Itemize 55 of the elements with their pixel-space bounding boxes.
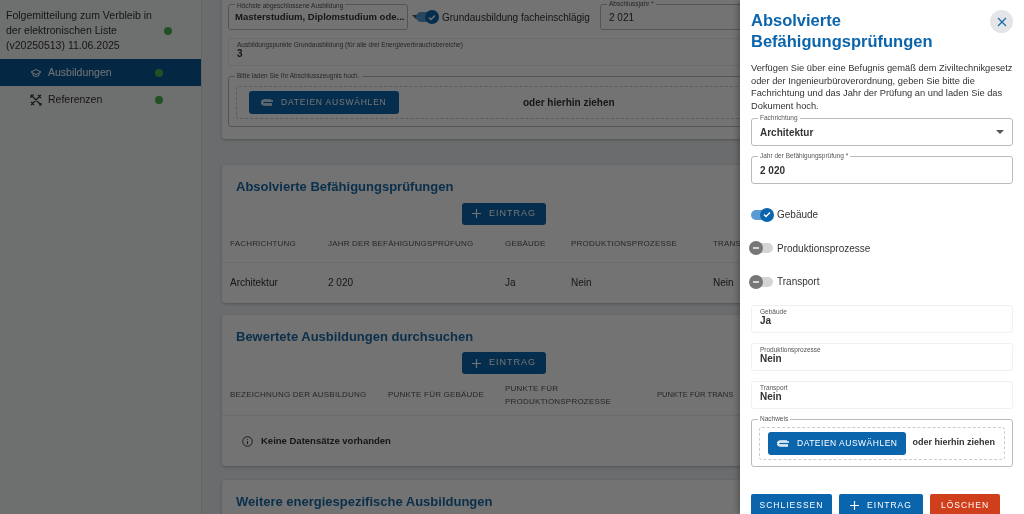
sidebar-item[interactable]: Referenzen bbox=[0, 86, 201, 113]
add-entry-button[interactable]: EINTRAG bbox=[839, 493, 923, 514]
minus-icon bbox=[752, 280, 760, 283]
toggle-switch[interactable] bbox=[416, 12, 438, 22]
close-button[interactable] bbox=[990, 10, 1013, 33]
tools-icon bbox=[30, 93, 42, 106]
add-entry-button[interactable]: EINTRAG bbox=[462, 202, 546, 225]
section-title: Absolvierte Befähigungsprüfungen bbox=[235, 178, 455, 196]
drop-zone[interactable]: DATEIEN AUSWÄHLEN oder hierhin ziehen bbox=[759, 426, 1005, 460]
check-icon bbox=[428, 13, 436, 21]
toggle-label: Gebäude bbox=[777, 208, 819, 223]
paperclip-icon bbox=[261, 99, 274, 106]
toggle-switch[interactable] bbox=[751, 276, 773, 287]
report-title: Folgemitteilung zum Verbleib in der elektronischen Liste (v20250513) 11.06.2025 bbox=[6, 8, 153, 53]
section-title: Bewertete Ausbildungen durchsuchen bbox=[235, 327, 475, 346]
toggle-switch[interactable] bbox=[751, 209, 773, 220]
section-title: Weitere energiespezifische Ausbildungen bbox=[235, 493, 494, 511]
plus-icon bbox=[472, 209, 481, 218]
delete-button[interactable]: LÖSCHEN bbox=[930, 493, 1000, 514]
close-icon bbox=[996, 16, 1007, 27]
paperclip-icon bbox=[777, 439, 790, 447]
select-files-button[interactable]: DATEIEN AUSWÄHLEN bbox=[768, 431, 907, 455]
toggle-label: Transport bbox=[777, 275, 820, 290]
table-cell-text: Architektur bbox=[230, 276, 279, 290]
column-header: JAHR DER BEFÄHIGUNGSPRÜFUNG bbox=[328, 237, 475, 250]
caret-icon bbox=[996, 130, 1004, 134]
drop-hint: oder hierhin ziehen bbox=[912, 436, 995, 450]
info-icon bbox=[242, 435, 253, 447]
add-entry-button[interactable]: EINTRAG bbox=[462, 352, 546, 374]
drop-hint: oder hierhin ziehen bbox=[522, 96, 616, 110]
table-cell-text: 2 020 bbox=[328, 276, 355, 290]
close-dialog-button[interactable]: SCHLIESSEN bbox=[751, 493, 832, 514]
column-header: PUNKTE FÜR GEBÄUDE bbox=[388, 389, 486, 401]
drawer-title: Absolvierte Befähigungsprüfungen bbox=[751, 10, 934, 52]
column-header: TRANS bbox=[713, 237, 740, 250]
column-header: GEBÄUDE bbox=[505, 237, 547, 250]
column-header: BEZEICHNUNG DER AUSBILDUNG bbox=[230, 389, 368, 401]
minus-icon bbox=[752, 247, 760, 250]
select-files-button[interactable]: DATEIEN AUSWÄHLEN bbox=[249, 91, 399, 114]
description-text: Verfügen Sie über eine Befugnis gemäß dem Ziviltechnikgesetz oder der Ingenieurbüroverordnung, geben Sie bitte die Fachrichtung und das Jahr der Prüfung an und laden Sie das Dokument hoch. bbox=[751, 62, 1013, 112]
column-header: PRODUKTIONSPROZESSE bbox=[571, 237, 679, 250]
plus-icon bbox=[850, 500, 860, 510]
plus-icon bbox=[472, 358, 481, 368]
column-header: PUNKTE FÜR PRODUKTIONSPROZESSE bbox=[505, 382, 613, 408]
table-cell-text: Ja bbox=[505, 276, 517, 290]
table-cell-text: Nein bbox=[571, 276, 593, 290]
graduation-cap-icon bbox=[30, 67, 42, 78]
toggle-label: Produktionsprozesse bbox=[777, 241, 871, 256]
switch-label: Grundausbildung facheinschlägig bbox=[442, 10, 590, 25]
check-icon bbox=[763, 211, 771, 219]
table-cell-text: Nein bbox=[713, 276, 735, 290]
toggle-switch[interactable] bbox=[751, 243, 773, 254]
empty-message: Keine Datensätze vorhanden bbox=[261, 433, 391, 448]
sidebar-item[interactable]: Ausbildungen bbox=[0, 59, 201, 86]
column-header: FACHRICHTUNG bbox=[230, 237, 297, 250]
